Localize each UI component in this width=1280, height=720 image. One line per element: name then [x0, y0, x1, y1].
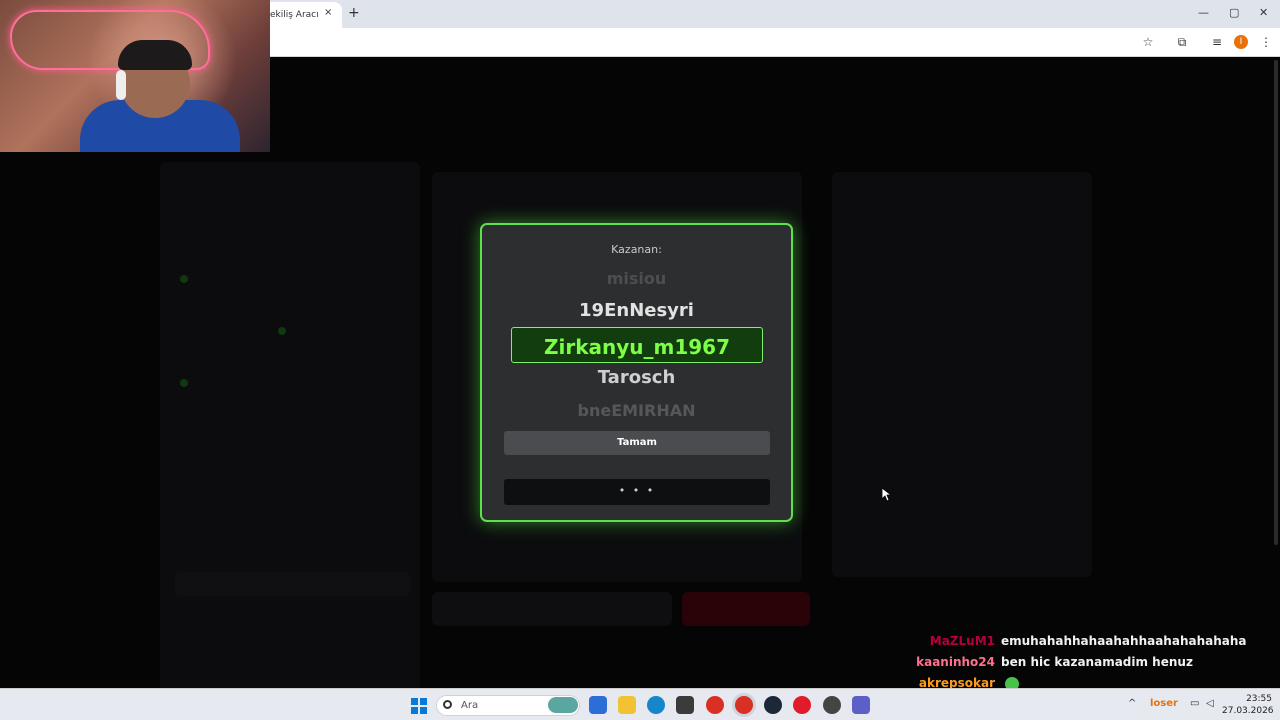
participants-heading [432, 137, 437, 152]
file-explorer-icon[interactable] [618, 696, 636, 714]
status-dot [180, 379, 188, 387]
chat-username: MaZLuM1 [929, 634, 995, 648]
taskbar: Ara ^ loser ▭ ◁ 23:55 27.03.2026 [0, 688, 1280, 720]
window-close-icon[interactable]: ✕ [1259, 6, 1268, 19]
draw-button[interactable] [432, 592, 672, 626]
ok-button[interactable]: Tamam [504, 431, 770, 455]
chrome-active-icon[interactable] [735, 696, 753, 714]
profile-avatar[interactable]: I [1234, 35, 1248, 49]
headset [116, 70, 126, 100]
search-icon [443, 700, 452, 709]
clock-date: 27.03.2026 [1222, 706, 1274, 716]
chat-text: emuhahahhahaahahhaahahahahaha [1001, 634, 1247, 648]
chat-username: kaaninho24 [916, 655, 995, 669]
store-icon[interactable] [676, 696, 694, 714]
media-icon[interactable]: ≡ [1209, 34, 1225, 50]
status-dot [278, 327, 286, 335]
bookmark-star-icon[interactable]: ☆ [1140, 34, 1156, 50]
teams-icon[interactable] [852, 696, 870, 714]
chrome-icon[interactable] [706, 696, 724, 714]
winner-modal: Kazanan: misiou 19EnNesyri Zirkanyu_m196… [480, 223, 793, 522]
roll-name: Tarosch [597, 367, 676, 388]
network-icon[interactable]: ▭ [1190, 698, 1199, 709]
volume-icon[interactable]: ◁ [1206, 698, 1214, 709]
winner-name: Zirkanyu_m1967 [543, 335, 731, 359]
chat-message: kaaninho24 ben hic kazanamadim henuz [900, 655, 1193, 669]
opera-icon[interactable] [793, 696, 811, 714]
close-icon[interactable]: × [324, 7, 332, 18]
roll-name: 19EnNesyri [579, 300, 694, 321]
search-highlight-icon [548, 697, 578, 713]
tab-title: ekiliş Aracı [270, 10, 319, 20]
menu-icon[interactable]: ⋮ [1258, 34, 1274, 50]
clock-time: 23:55 [1246, 694, 1272, 704]
status-dot [180, 275, 188, 283]
extensions-icon[interactable]: ⧉ [1174, 34, 1190, 50]
roll-name: bneEMIRHAN [577, 401, 696, 420]
settings-panel [160, 162, 420, 707]
minimize-icon[interactable]: — [1198, 6, 1209, 19]
new-tab-icon[interactable]: + [348, 5, 360, 21]
winner-label: Kazanan: [611, 243, 662, 256]
overlay-label: loser [1150, 698, 1178, 709]
winners-panel [832, 172, 1092, 577]
roll-name: misiou [606, 269, 667, 288]
screen: ekiliş Aracı × + — ▢ ✕ ☆ ⧉ ≡ ⋮ I Kazanan… [0, 0, 1280, 720]
maximize-icon[interactable]: ▢ [1229, 6, 1239, 19]
system-clock[interactable]: 23:55 27.03.2026 [1222, 693, 1274, 717]
tray-chevron-icon[interactable]: ^ [1128, 698, 1136, 709]
apply-button[interactable] [175, 572, 410, 596]
windows-start-icon[interactable] [411, 698, 427, 714]
reset-button[interactable] [682, 592, 810, 626]
chat-text: ben hic kazanamadim henuz [1001, 655, 1193, 669]
page-scrollbar[interactable] [1274, 60, 1278, 545]
winner-highlight: Zirkanyu_m1967 [511, 327, 763, 363]
steam-icon[interactable] [764, 696, 782, 714]
chat-message: MaZLuM1 emuhahahhahaahahhaahahahahaha [900, 634, 1247, 648]
obs-icon[interactable] [823, 696, 841, 714]
streamer-hair [118, 40, 192, 70]
loading-indicator: • • • [504, 479, 770, 505]
mouse-cursor-icon [882, 488, 892, 502]
copilot-icon[interactable] [589, 696, 607, 714]
webcam-overlay [0, 0, 270, 152]
edge-icon[interactable] [647, 696, 665, 714]
